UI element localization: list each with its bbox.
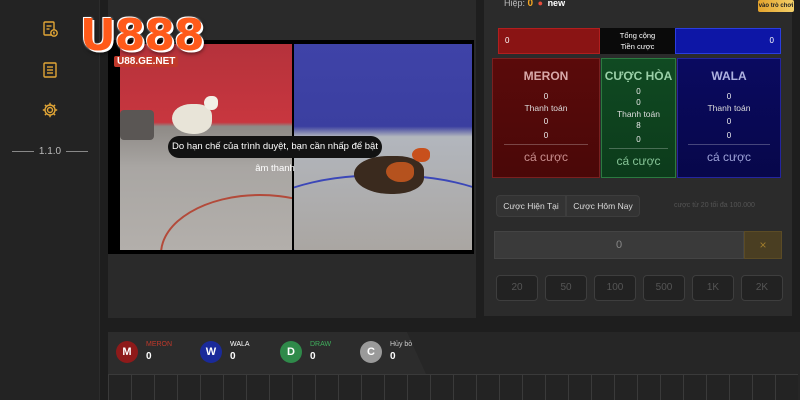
rooster-left-head: [204, 96, 218, 110]
total-bets-bar: 0 Tổng cộng Tiền cược 0: [498, 28, 781, 54]
bet-meron-amount: 0: [543, 92, 549, 101]
gear-icon[interactable]: [41, 101, 59, 119]
stat-wala: W WALA 0: [200, 341, 280, 365]
bet-meron-payout: 0: [543, 117, 549, 126]
cancel-badge: C: [360, 341, 382, 363]
divider: [609, 148, 668, 149]
chip-2k[interactable]: 2K: [741, 275, 783, 301]
draw-stat-count: 0: [310, 351, 316, 362]
arena-circle: [160, 194, 292, 250]
new-dot-icon: ●: [537, 0, 544, 8]
total-label-line1: Tổng cộng: [619, 31, 656, 40]
chip-1k[interactable]: 1K: [692, 275, 734, 301]
bet-draw-payout-label: Thanh toán: [616, 109, 660, 119]
bet-limit-note: cược từ 20 tối đa 100.000: [674, 202, 755, 209]
bet-options: MERON 0 Thanh toán 0 0 cá cược CƯỢC HÒA …: [488, 58, 786, 178]
tab-current-bets[interactable]: Cược Hiện Tại: [496, 195, 566, 217]
bet-draw-amount2: 0: [636, 98, 641, 107]
list-icon[interactable]: [41, 61, 59, 79]
logo-url: U88.GE.NET: [114, 56, 179, 67]
new-label: new: [547, 0, 566, 8]
draw-stat-label: DRAW: [310, 341, 332, 348]
bet-draw-value: 0: [636, 135, 641, 144]
divider: [503, 144, 589, 145]
bet-history-icon[interactable]: [41, 20, 59, 38]
bet-draw-title: CƯỢC HÒA: [604, 69, 673, 83]
clear-bet-button[interactable]: ×: [744, 231, 782, 259]
logo-text: U888: [80, 10, 205, 61]
cancel-stat-count: 0: [390, 351, 396, 362]
rooster-right-head: [412, 148, 430, 162]
wala-stat-count: 0: [230, 351, 236, 362]
bet-wala-amount: 0: [726, 92, 732, 101]
stat-meron: M MERON 0: [116, 341, 196, 365]
chip-100[interactable]: 100: [594, 275, 636, 301]
wala-badge: W: [200, 341, 222, 363]
enter-game-button[interactable]: vào trò chơi: [758, 0, 794, 12]
round-label: Hiệp:: [504, 0, 526, 8]
bet-meron-button[interactable]: cá cược: [493, 150, 599, 164]
total-label: Tổng cộng Tiền cược: [600, 28, 675, 54]
meron-badge: M: [116, 341, 138, 363]
bet-draw-amount: 0: [636, 87, 641, 96]
bet-amount-input[interactable]: 0: [494, 231, 744, 259]
round-value: 0: [527, 0, 534, 9]
meron-stat-label: MERON: [146, 341, 173, 348]
bet-meron-title: MERON: [523, 69, 569, 83]
bet-meron-value: 0: [543, 131, 549, 140]
bet-draw-button[interactable]: cá cược: [602, 154, 675, 168]
bet-wala-title: WALA: [711, 69, 747, 83]
bet-draw-payout: 8: [636, 121, 641, 130]
stat-draw: D DRAW 0: [280, 341, 360, 365]
stat-cancel: C Hủy bỏ 0: [360, 341, 430, 365]
version-label: 1.1.0: [6, 146, 94, 157]
bet-wala-payout-label: Thanh toán: [707, 103, 751, 113]
total-label-line2: Tiền cược: [620, 42, 655, 51]
bet-wala-payout: 0: [726, 117, 732, 126]
cancel-stat-label: Hủy bỏ: [390, 341, 413, 348]
logo: U888 U88.GE.NET: [80, 12, 220, 72]
chip-20[interactable]: 20: [496, 275, 538, 301]
chip-50[interactable]: 50: [545, 275, 587, 301]
total-wala: 0: [675, 28, 781, 54]
bet-draw[interactable]: CƯỢC HÒA 0 0 Thanh toán 8 0 cá cược: [601, 58, 676, 178]
sound-notice[interactable]: Do hạn chế của trình duyệt, bạn cần nhấp…: [168, 136, 382, 174]
results-grid: [108, 374, 798, 400]
wala-stat-label: WALA: [230, 341, 250, 348]
divider: [688, 144, 770, 145]
rooster-right-wing: [386, 162, 414, 182]
bet-wala-button[interactable]: cá cược: [678, 150, 780, 164]
tab-today-bets[interactable]: Cược Hôm Nay: [566, 195, 640, 217]
page: 1.1.0 Do hạn chế của trình duyệt, bạn cầ…: [0, 0, 800, 400]
total-meron: 0: [498, 28, 600, 54]
meron-stat-count: 0: [146, 351, 152, 362]
chip-500[interactable]: 500: [643, 275, 685, 301]
bet-meron[interactable]: MERON 0 Thanh toán 0 0 cá cược: [492, 58, 600, 178]
draw-badge: D: [280, 341, 302, 363]
bet-wala[interactable]: WALA 0 Thanh toán 0 0 cá cược: [677, 58, 781, 178]
round-info: Hiệp: 0 ● new: [504, 0, 565, 9]
handler-leg: [120, 110, 154, 140]
bet-wala-value: 0: [726, 131, 732, 140]
bet-meron-payout-label: Thanh toán: [524, 103, 568, 113]
